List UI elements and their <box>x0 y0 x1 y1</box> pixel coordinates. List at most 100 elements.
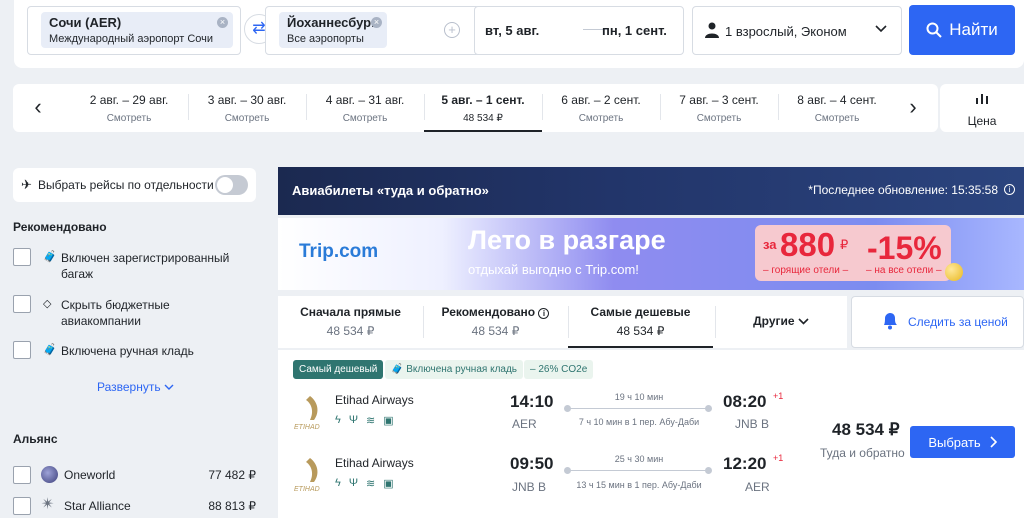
find-label: Найти <box>949 20 998 39</box>
route-info: 13 ч 15 мин в 1 пер. Абу-Даби <box>576 480 702 490</box>
date-option[interactable]: 4 авг. – 31 авг. Смотреть <box>306 84 424 132</box>
add-destination-icon[interactable]: + <box>444 22 460 38</box>
flight-duration: 19 ч 10 мин <box>614 392 664 402</box>
clear-origin-icon[interactable]: × <box>217 17 228 28</box>
results-title: Авиабилеты «туда и обратно» <box>292 183 489 198</box>
chevron-down-icon <box>164 384 174 390</box>
offer-card[interactable]: Самый дешевый 🧳 Включена ручная кладь – … <box>278 350 1024 518</box>
choose-label: Выбрать <box>928 434 981 450</box>
power-icon: ϟ <box>335 414 341 426</box>
date-sub: Смотреть <box>342 113 388 124</box>
checkbox-checked-baggage[interactable] <box>13 248 31 266</box>
clear-destination-icon[interactable]: × <box>371 17 382 28</box>
flight-duration: 25 ч 30 мин <box>614 454 664 464</box>
date-sub: Смотреть <box>696 113 742 124</box>
filter-label: Скрыть бюджетные авиакомпании <box>61 298 170 328</box>
departure-time: 09:50 <box>510 454 554 473</box>
recommended-heading: Рекомендовано <box>13 220 107 234</box>
tab-title: Рекомендовано <box>441 305 536 319</box>
arrival-airport: JNB B <box>735 417 770 431</box>
date-option[interactable]: 7 авг. – 3 сент. Смотреть <box>660 84 778 132</box>
star-alliance-icon: ✴ <box>41 496 55 513</box>
passengers-label: 1 взрослый, Эконом <box>725 24 847 39</box>
departure-airport: JNB B <box>512 480 547 494</box>
return-date[interactable]: пн, 1 сент. <box>602 23 667 38</box>
alliance-label: Oneworld <box>64 468 116 482</box>
price-tab-label: Цена <box>967 114 997 128</box>
info-icon[interactable]: i <box>1004 184 1015 195</box>
chevron-left-icon[interactable]: ‹ <box>27 96 49 120</box>
date-range: 6 авг. – 2 сент. <box>561 93 641 107</box>
follow-price-button[interactable]: Следить за ценой <box>851 296 1024 348</box>
promo-za: за <box>763 237 777 252</box>
info-icon[interactable]: i <box>538 308 550 319</box>
badge-label: Включена ручная кладь <box>406 364 518 375</box>
tag-icon: ◇ <box>43 298 52 310</box>
date-range: 4 авг. – 31 авг. <box>325 93 405 107</box>
date-sub: Смотреть <box>224 113 270 124</box>
sort-tabs: Сначала прямые 48 534 ₽ Рекомендовано i … <box>278 296 847 348</box>
separate-flights-label: Выбрать рейсы по отдельности <box>38 178 214 192</box>
filter-label: Включен зарегистрированный багаж <box>61 251 230 281</box>
chevron-down-icon <box>798 318 809 325</box>
route-line <box>564 467 712 474</box>
airline-name: Etihad Airways <box>335 393 414 407</box>
cheapest-badge: Самый дешевый <box>293 360 384 379</box>
tab-price: 48 534 ₽ <box>326 324 375 338</box>
checkbox-oneworld[interactable] <box>13 466 31 484</box>
depart-date[interactable]: вт, 5 авг. <box>485 23 539 38</box>
origin-airport: Международный аэропорт Сочи <box>49 33 214 45</box>
plane-icon: ✈ <box>21 177 32 192</box>
date-option[interactable]: 3 авг. – 30 авг. Смотреть <box>188 84 306 132</box>
date-option[interactable]: 2 авг. – 29 авг. Смотреть <box>70 84 188 132</box>
chevron-right-icon <box>990 436 997 448</box>
destination-airport: Все аэропорты <box>287 33 364 45</box>
origin-chip[interactable]: Сочи (AER) Международный аэропорт Сочи × <box>41 12 233 48</box>
svg-text:ETIHAD: ETIHAD <box>294 486 320 493</box>
promo-hotels: – горящие отели – <box>763 265 849 276</box>
hand-luggage-badge: 🧳 Включена ручная кладь <box>385 360 524 379</box>
destination-chip[interactable]: Йоханнесбург Все аэропорты × <box>279 12 387 48</box>
checkbox-hand-luggage[interactable] <box>13 341 31 359</box>
promo-all-hotels: – на все отели – <box>866 265 942 276</box>
oneworld-icon <box>41 466 58 483</box>
find-button[interactable]: Найти <box>909 5 1015 55</box>
svg-text:ETIHAD: ETIHAD <box>294 424 320 431</box>
checkbox-hide-budget[interactable] <box>13 295 31 313</box>
price-chart-tab[interactable]: Цена <box>940 84 1024 132</box>
alliance-price: 88 813 ₽ <box>208 499 256 513</box>
tab-direct-first[interactable]: Сначала прямые 48 534 ₽ <box>278 296 423 348</box>
date-option[interactable]: 8 авг. – 4 сент. Смотреть <box>778 84 896 132</box>
tab-recommended[interactable]: Рекомендовано i 48 534 ₽ <box>423 296 568 348</box>
alliance-heading: Альянс <box>13 432 58 446</box>
promo-box: за 880 ₽ -15% – горящие отели – – на все… <box>755 225 951 281</box>
tab-cheapest[interactable]: Самые дешевые 48 534 ₽ <box>568 296 713 348</box>
date-range: 3 авг. – 30 авг. <box>207 93 287 107</box>
date-sub: Смотреть <box>578 113 624 124</box>
trip-ad-banner[interactable]: Trip.com Лето в разгаре отдыхай выгодно … <box>278 218 1024 290</box>
alliance-label: Star Alliance <box>64 499 131 513</box>
ad-headline: Лето в разгаре <box>468 225 666 255</box>
tab-other[interactable]: Другие <box>715 296 847 348</box>
passengers-field[interactable]: 1 взрослый, Эконом <box>692 6 902 55</box>
chevron-right-icon[interactable]: › <box>902 96 924 120</box>
meal-icon: Ψ <box>348 414 359 426</box>
wifi-icon: ≋ <box>366 478 376 490</box>
checkbox-star-alliance[interactable] <box>13 497 31 515</box>
screen-icon: ▣ <box>383 415 394 427</box>
origin-field[interactable]: Сочи (AER) Международный аэропорт Сочи × <box>27 6 241 55</box>
choose-button[interactable]: Выбрать <box>910 426 1015 458</box>
separate-flights-toggle[interactable]: ✈ Выбрать рейсы по отдельности <box>13 168 256 202</box>
hand-luggage-icon: 🧳 <box>391 364 404 375</box>
toggle-switch[interactable] <box>215 175 248 195</box>
route-line <box>564 405 712 412</box>
date-option-selected[interactable]: 5 авг. – 1 сент. 48 534 ₽ <box>424 84 542 132</box>
expand-filters-link[interactable]: Развернуть <box>97 380 174 394</box>
tab-title: Сначала прямые <box>300 305 401 319</box>
search-icon <box>926 22 942 38</box>
screen-icon: ▣ <box>383 478 394 490</box>
date-option[interactable]: 6 авг. – 2 сент. Смотреть <box>542 84 660 132</box>
destination-field[interactable]: Йоханнесбург Все аэропорты × + <box>265 6 480 55</box>
etihad-logo-icon: ETIHAD <box>294 458 320 493</box>
departure-time: 14:10 <box>510 392 554 411</box>
